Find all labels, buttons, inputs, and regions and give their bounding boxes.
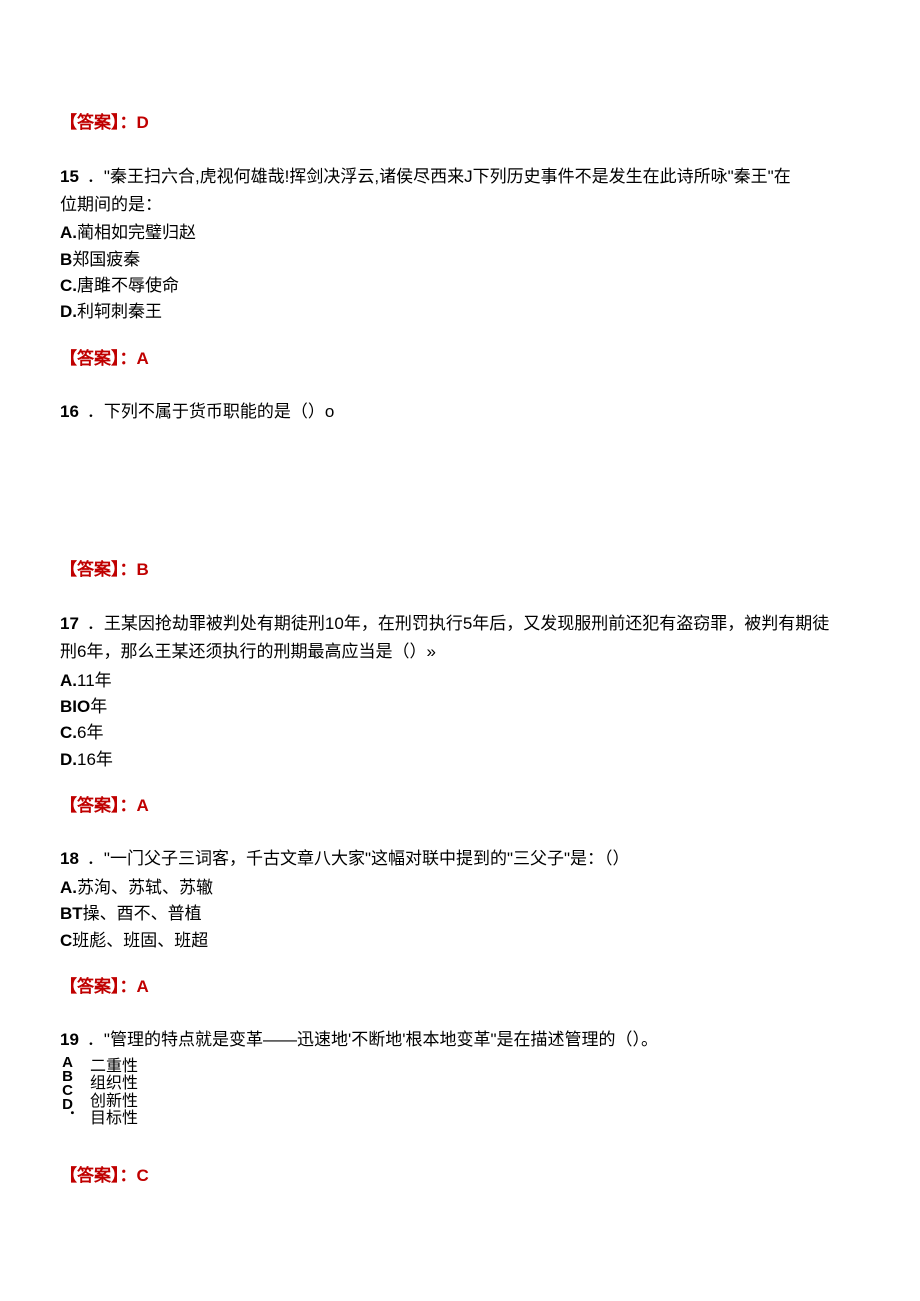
question-stem: 18 ．"一门父子三词客，千古文章八大家"这幅对联中提到的"三父子"是：（） (60, 846, 860, 872)
option-label: D. (60, 750, 77, 769)
option-a: A.苏洵、苏轼、苏辙 (60, 875, 860, 901)
option-c: C班彪、班固、班超 (60, 928, 860, 954)
option-label: BIO (60, 697, 90, 716)
answer-value: B (137, 560, 149, 579)
answer-label: 【答案】： (60, 796, 137, 815)
option-label: A. (60, 223, 77, 242)
option-text: 唐雎不辱使命 (77, 276, 179, 295)
option-text: 年 (90, 697, 107, 716)
question-15: 15 ．"秦王扫六合,虎视何雄哉!挥剑决浮云,诸侯尽西来J下列历史事件不是发生在此… (60, 164, 860, 326)
question-16: 16 ．下列不属于货币职能的是（）o (60, 399, 860, 425)
answer-value: A (137, 977, 149, 996)
option-label: C. (60, 723, 77, 742)
option-d: D.16年 (60, 747, 860, 773)
question-number: 18 (60, 849, 79, 868)
option-label: BT (60, 904, 83, 923)
option-text: 11年 (77, 671, 112, 690)
question-number: 16 (60, 402, 79, 421)
stacked-option-labels: ABCD． (60, 1054, 75, 1122)
question-text-content: 下列不属于货币职能的是（）o (104, 402, 334, 421)
stacked-options: ABCD． 二重性 组织性 创新性 目标性 (90, 1058, 860, 1128)
option-text: 操、酉不、普植 (83, 904, 202, 923)
question-dot: ． (87, 1030, 104, 1049)
question-text-content: "一门父子三词客，千古文章八大家"这幅对联中提到的"三父子"是：（） (104, 849, 630, 868)
question-number: 15 (60, 167, 79, 186)
option-b: 组织性 (90, 1075, 860, 1093)
option-a: A.蔺相如完璧归赵 (60, 220, 860, 246)
answer-18: 【答案】：A (60, 974, 860, 1000)
option-label: B (60, 250, 72, 269)
option-text: 班彪、班固、班超 (72, 931, 208, 950)
answer-value: D (137, 113, 149, 132)
option-label: A. (60, 878, 77, 897)
question-18: 18 ．"一门父子三词客，千古文章八大家"这幅对联中提到的"三父子"是：（） A.… (60, 846, 860, 953)
option-c: 创新性 (90, 1093, 860, 1111)
option-b: BT操、酉不、普植 (60, 901, 860, 927)
question-stem-line2: 位期间的是： (60, 192, 860, 218)
option-label: C (60, 931, 72, 950)
option-d: D.利轲刺秦王 (60, 299, 860, 325)
question-stem-line1: 15 ．"秦王扫六合,虎视何雄哉!挥剑决浮云,诸侯尽西来J下列历史事件不是发生在此… (60, 164, 860, 190)
question-stem-line1: 17 ．王某因抢劫罪被判处有期徒刑10年，在刑罚执行5年后，又发现服刑前还犯有盗窃… (60, 611, 860, 637)
question-stem: 19 ．"管理的特点就是变革——迅速地'不断地'根本地变革"是在描述管理的（）。 (60, 1027, 860, 1053)
question-19: 19．"管理的特点就是变革——迅速地'不断地'根本地变革"是在描述管理的（）。 … (60, 1027, 860, 1128)
question-number: 17 (60, 614, 79, 633)
answer-value: C (137, 1166, 149, 1185)
option-text: 6年 (77, 723, 103, 742)
answer-value: A (137, 349, 149, 368)
answer-label: 【答案】： (60, 560, 137, 579)
option-c: C.唐雎不辱使命 (60, 273, 860, 299)
answer-label: 【答案】： (60, 977, 137, 996)
option-text: 苏洵、苏轼、苏辙 (77, 878, 213, 897)
option-d: 目标性 (90, 1110, 860, 1128)
option-text: 利轲刺秦王 (77, 302, 162, 321)
option-text: 16年 (77, 750, 113, 769)
question-stem-line2: 刑6年，那么王某还须执行的刑期最高应当是（）» (60, 639, 860, 665)
answer-label: 【答案】： (60, 349, 137, 368)
answer-15: 【答案】：A (60, 346, 860, 372)
option-b: BIO年 (60, 694, 860, 720)
answer-17: 【答案】：A (60, 793, 860, 819)
answer-14: 【答案】：D (60, 110, 860, 136)
option-label: D. (60, 302, 77, 321)
question-text-content: "秦王扫六合,虎视何雄哉!挥剑决浮云,诸侯尽西来J下列历史事件不是发生在此诗所咏… (104, 167, 791, 186)
option-b: B郑国疲秦 (60, 247, 860, 273)
question-number: 19 (60, 1030, 79, 1049)
option-a: A.11年 (60, 668, 860, 694)
blank-spacer (60, 427, 860, 537)
option-label: C. (60, 276, 77, 295)
question-text-content: 王某因抢劫罪被判处有期徒刑10年，在刑罚执行5年后，又发现服刑前还犯有盗窃罪，被… (104, 614, 829, 633)
option-text: 蔺相如完璧归赵 (77, 223, 196, 242)
question-dot: ． (87, 402, 104, 421)
question-dot: ． (87, 167, 104, 186)
question-dot: ． (87, 849, 104, 868)
answer-label: 【答案】： (60, 113, 137, 132)
answer-19: 【答案】：C (60, 1163, 860, 1189)
question-stem: 16 ．下列不属于货币职能的是（）o (60, 399, 860, 425)
answer-16: 【答案】：B (60, 557, 860, 583)
option-c: C.6年 (60, 720, 860, 746)
option-a: 二重性 (90, 1058, 860, 1076)
question-text-content: "管理的特点就是变革——迅速地'不断地'根本地变革"是在描述管理的（）。 (104, 1030, 658, 1049)
option-label: A. (60, 671, 77, 690)
question-dot: ． (87, 614, 104, 633)
question-17: 17 ．王某因抢劫罪被判处有期徒刑10年，在刑罚执行5年后，又发现服刑前还犯有盗窃… (60, 611, 860, 773)
option-text: 郑国疲秦 (72, 250, 140, 269)
answer-value: A (137, 796, 149, 815)
answer-label: 【答案】： (60, 1166, 137, 1185)
